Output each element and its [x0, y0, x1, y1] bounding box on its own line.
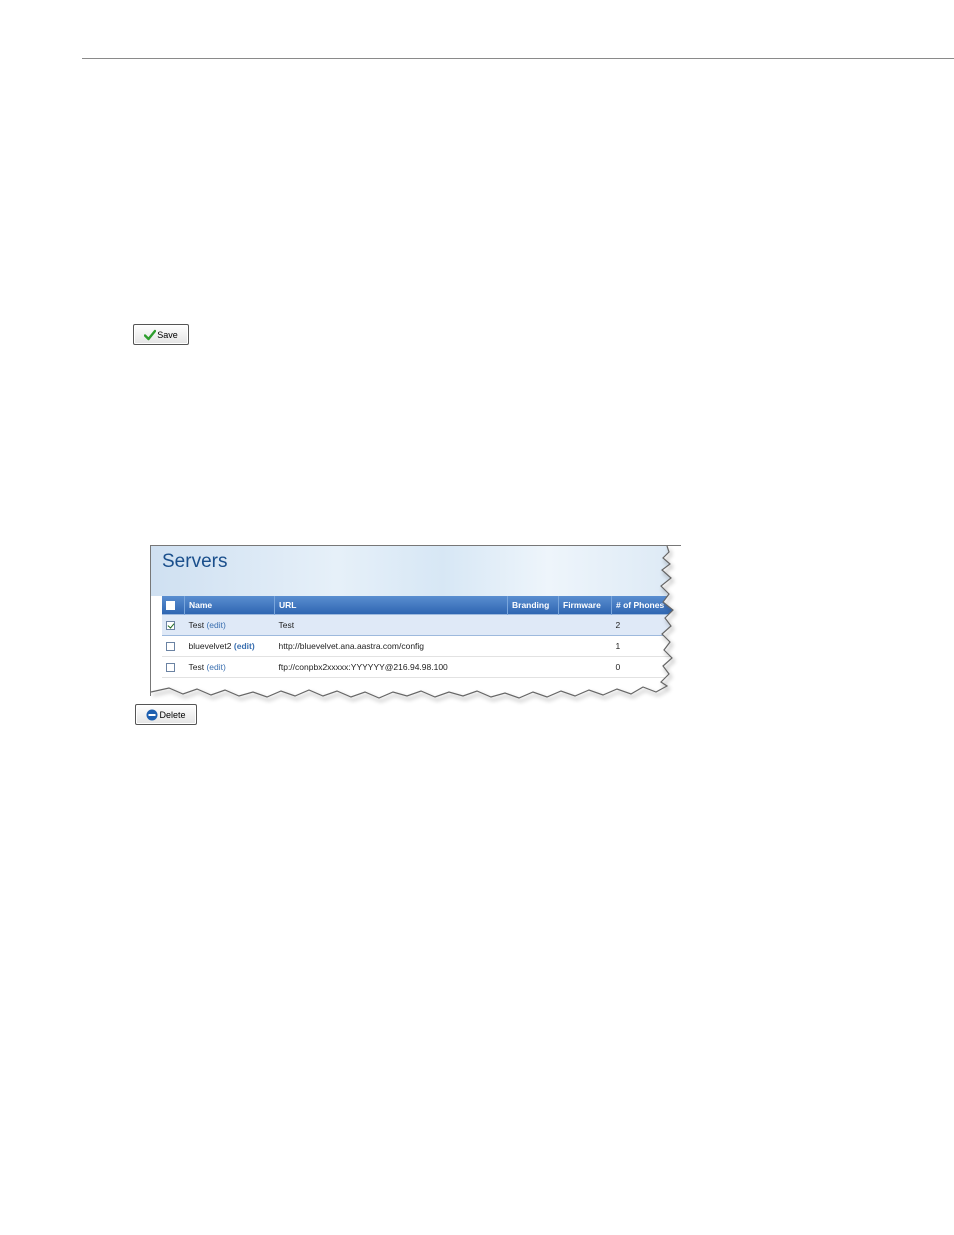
column-header-name[interactable]: Name — [184, 596, 275, 615]
save-button-label: Save — [157, 329, 178, 340]
table-row[interactable]: Test (edit) ftp://conpbx2xxxxx:YYYYYY@21… — [162, 656, 682, 678]
server-firmware — [558, 656, 612, 678]
select-all-checkbox[interactable] — [166, 601, 175, 611]
server-name: Test — [188, 662, 205, 672]
row-checkbox-cell — [162, 614, 185, 636]
server-name: Test — [188, 620, 205, 630]
column-header-url[interactable]: URL — [274, 596, 508, 615]
server-phone-count: 0 — [611, 656, 682, 678]
server-branding — [507, 614, 559, 636]
column-header-firmware[interactable]: Firmware — [558, 596, 612, 615]
servers-panel-title: Servers — [162, 551, 228, 572]
servers-table-header: Name URL Branding Firmware # of Phones — [162, 596, 682, 615]
page-top-rule — [82, 58, 954, 59]
table-row[interactable]: Test (edit) Test 2 — [162, 614, 682, 636]
delete-button[interactable]: Delete — [135, 704, 197, 725]
server-branding — [507, 656, 559, 678]
row-checkbox[interactable] — [166, 642, 175, 652]
save-button[interactable]: Save — [133, 324, 189, 345]
server-firmware — [558, 614, 612, 636]
minus-circle-icon — [146, 709, 158, 720]
server-branding — [507, 635, 559, 657]
server-phone-count: 1 — [611, 635, 682, 657]
server-url: ftp://conpbx2xxxxx:YYYYYY@216.94.98.100 — [274, 656, 508, 678]
checkmark-icon — [144, 329, 157, 340]
column-header-branding[interactable]: Branding — [507, 596, 559, 615]
servers-panel-header: Servers — [151, 546, 681, 596]
server-name-cell: bluevelvet2 (edit) — [184, 635, 275, 657]
row-checkbox-cell — [162, 635, 185, 657]
row-checkbox[interactable] — [166, 663, 175, 673]
select-all-header — [162, 596, 185, 615]
servers-panel: Servers Name URL Branding Firmware # of … — [150, 545, 696, 706]
edit-link[interactable]: (edit) — [206, 662, 225, 672]
server-firmware — [558, 635, 612, 657]
table-row[interactable]: bluevelvet2 (edit) http://bluevelvet.ana… — [162, 635, 682, 657]
edit-link[interactable]: (edit) — [206, 620, 225, 630]
row-checkbox[interactable] — [166, 621, 175, 631]
server-name-cell: Test (edit) — [184, 656, 275, 678]
server-url: Test — [274, 614, 508, 636]
server-url: http://bluevelvet.ana.aastra.com/config — [274, 635, 508, 657]
servers-table: Name URL Branding Firmware # of Phones T… — [162, 596, 682, 678]
server-phone-count: 2 — [611, 614, 682, 636]
server-name-cell: Test (edit) — [184, 614, 275, 636]
server-name: bluevelvet2 — [188, 641, 232, 651]
row-checkbox-cell — [162, 656, 185, 678]
edit-link[interactable]: (edit) — [234, 641, 255, 651]
delete-button-label: Delete — [159, 709, 186, 720]
column-header-phones[interactable]: # of Phones — [611, 596, 682, 615]
